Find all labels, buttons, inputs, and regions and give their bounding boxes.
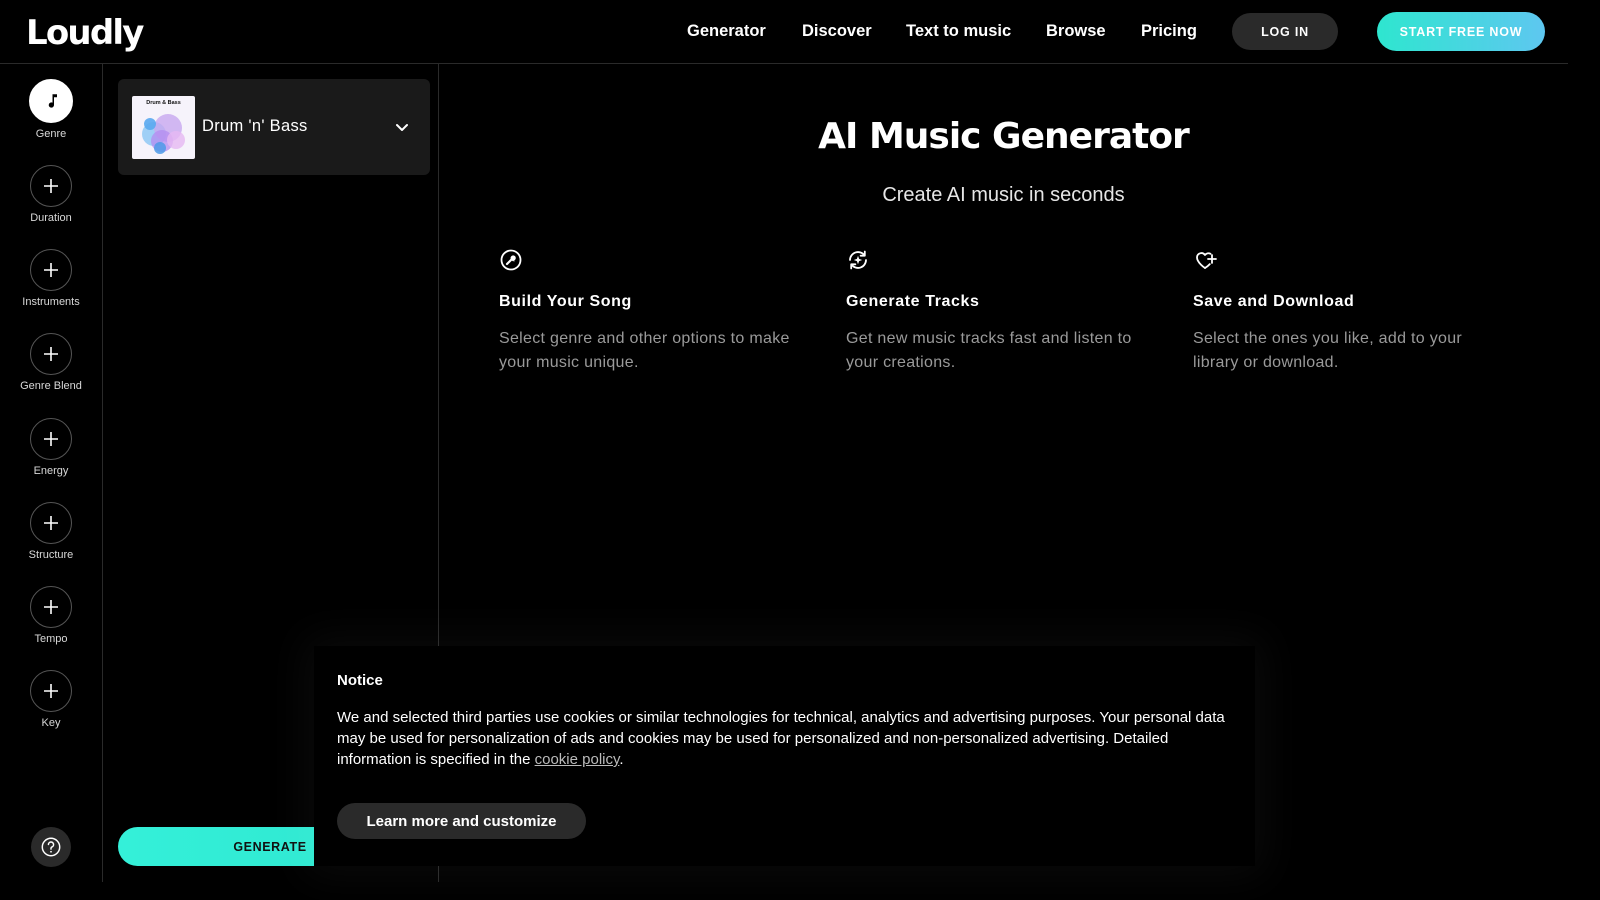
rail-item-genre-blend[interactable]: Genre Blend (0, 333, 102, 392)
step-description: Select genre and other options to make y… (499, 330, 790, 371)
cookie-notice-title: Notice (337, 672, 383, 689)
rail-label: Genre Blend (20, 380, 82, 392)
options-rail: Genre Duration Instruments Genre Blend E… (0, 64, 103, 882)
structure-circle[interactable] (30, 502, 72, 544)
rail-label: Genre (35, 128, 67, 140)
key-circle[interactable] (30, 670, 72, 712)
step-title: Generate Tracks (846, 293, 980, 310)
step-description: Get new music tracks fast and listen to … (846, 330, 1132, 371)
cookie-notice-text: We and selected third parties use cookie… (337, 707, 1237, 770)
page-subtitle: Create AI music in seconds (882, 184, 1125, 206)
rail-label: Energy (33, 465, 69, 477)
rail-label: Key (41, 717, 61, 729)
music-note-icon (48, 94, 57, 108)
plus-icon (44, 600, 58, 614)
step-generate-tracks: Generate Tracks Get new music tracks fas… (846, 248, 1146, 371)
selected-genre-name: Drum 'n' Bass (202, 117, 308, 135)
help-icon (41, 837, 61, 857)
plus-icon (44, 516, 58, 530)
start-free-button[interactable]: START FREE NOW (1377, 12, 1545, 51)
rail-label: Tempo (34, 633, 68, 645)
heart-plus-icon (1196, 252, 1217, 269)
genre-circle[interactable] (29, 79, 73, 123)
rail-item-tempo[interactable]: Tempo (0, 586, 102, 645)
page-title: AI Music Generator (818, 116, 1190, 157)
rail-item-duration[interactable]: Duration (0, 165, 102, 224)
wrench-icon (500, 249, 522, 271)
energy-circle[interactable] (30, 418, 72, 460)
genre-blend-circle[interactable] (30, 333, 72, 375)
rail-label: Duration (30, 212, 72, 224)
rail-label: Structure (28, 549, 74, 561)
rail-item-key[interactable]: Key (0, 670, 102, 729)
rail-item-structure[interactable]: Structure (0, 502, 102, 561)
duration-circle[interactable] (30, 165, 72, 207)
step-build-song: Build Your Song Select genre and other o… (499, 248, 799, 371)
refresh-sparkle-icon (849, 250, 867, 270)
cookie-text-body: We and selected third parties use cookie… (337, 709, 1225, 768)
learn-more-customize-button[interactable]: Learn more and customize (337, 803, 586, 839)
rail-label: Instruments (22, 296, 80, 308)
plus-icon (44, 347, 58, 361)
rail-item-genre[interactable]: Genre (0, 79, 102, 140)
instruments-circle[interactable] (30, 249, 72, 291)
loudly-logo[interactable]: Loudly (26, 16, 144, 50)
cookie-policy-link[interactable]: cookie policy (535, 751, 620, 768)
thumbnail-art (142, 114, 185, 154)
nav-discover[interactable]: Discover (802, 21, 872, 41)
rail-item-instruments[interactable]: Instruments (0, 249, 102, 308)
plus-icon (44, 179, 58, 193)
step-description: Select the ones you like, add to your li… (1193, 330, 1463, 371)
plus-icon (44, 684, 58, 698)
nav-pricing[interactable]: Pricing (1141, 21, 1197, 41)
login-button[interactable]: LOG IN (1232, 13, 1338, 50)
chevron-down-icon[interactable] (394, 119, 410, 135)
step-title: Build Your Song (499, 293, 632, 310)
nav-browse[interactable]: Browse (1046, 21, 1106, 41)
help-button[interactable] (31, 827, 71, 867)
step-save-download: Save and Download Select the ones you li… (1193, 248, 1493, 371)
plus-icon (44, 263, 58, 277)
cookie-text-end: . (619, 751, 624, 768)
step-title: Save and Download (1193, 293, 1355, 310)
plus-icon (44, 432, 58, 446)
tempo-circle[interactable] (30, 586, 72, 628)
nav-generator[interactable]: Generator (687, 21, 766, 41)
rail-item-energy[interactable]: Energy (0, 418, 102, 477)
genre-selector[interactable]: Drum & Bass Drum 'n' Bass (118, 79, 430, 175)
cookie-notice: Notice We and selected third parties use… (314, 646, 1255, 866)
top-header: Loudly Generator Discover Text to music … (0, 0, 1568, 64)
nav-text-to-music[interactable]: Text to music (906, 21, 1011, 41)
genre-thumbnail: Drum & Bass (132, 96, 195, 159)
